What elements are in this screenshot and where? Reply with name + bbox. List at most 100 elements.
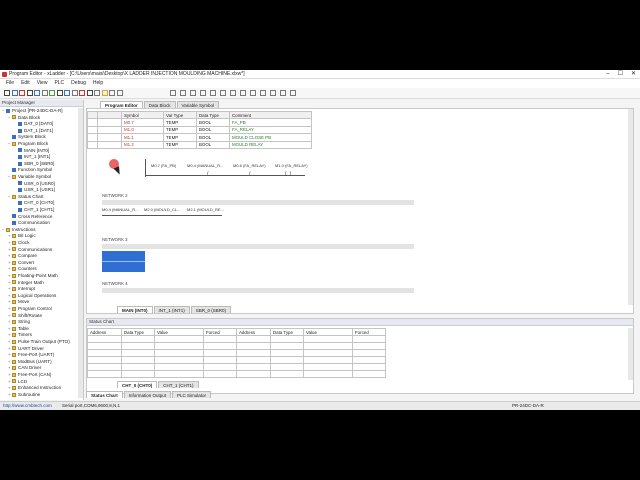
tree-item[interactable]: + Bit Logic: [8, 233, 36, 240]
tree-item[interactable]: + Convert: [8, 260, 34, 267]
toolbar-button[interactable]: [4, 90, 10, 96]
tree-item[interactable]: + Move: [8, 299, 29, 306]
toolbar-button[interactable]: [200, 90, 206, 96]
toolbar-button[interactable]: [116, 90, 123, 96]
status-cell[interactable]: [154, 363, 204, 371]
status-cell[interactable]: [87, 370, 122, 378]
symbol-cell[interactable]: M1.2: [121, 140, 164, 149]
toolbar-button[interactable]: [260, 90, 266, 96]
website-link[interactable]: http://www.cmbtech.com: [3, 402, 52, 410]
tree-item[interactable]: − Status Chart: [8, 194, 44, 201]
status-row[interactable]: [87, 349, 386, 357]
contact-m20[interactable]: M2.0 (MOULD_CL...: [144, 207, 180, 212]
comment-cell[interactable]: FA_RELAY: [229, 125, 312, 135]
maximize-button[interactable]: ☐: [618, 70, 623, 79]
tree-item[interactable]: MAIN [INT0]: [14, 148, 49, 155]
tree-item[interactable]: + ModBus (UART): [8, 359, 52, 366]
toolbar-button[interactable]: [86, 90, 93, 96]
status-cell[interactable]: [352, 349, 386, 357]
tree-item[interactable]: − Instructions: [2, 227, 36, 234]
data-type-cell[interactable]: BOOL: [196, 125, 230, 135]
tab-main[interactable]: MAIN (INT0): [117, 306, 153, 313]
toolbar-button[interactable]: [220, 90, 226, 96]
tree-item[interactable]: − Program Block: [8, 141, 48, 148]
menu-help[interactable]: Help: [93, 79, 103, 88]
status-cell[interactable]: [352, 342, 386, 350]
status-cell[interactable]: [270, 342, 304, 350]
menu-view[interactable]: View: [37, 79, 48, 88]
tree-item[interactable]: + Program Control: [8, 306, 52, 313]
menu-file[interactable]: File: [6, 79, 14, 88]
comment-cell[interactable]: MOULD CLOSE PB: [229, 133, 312, 142]
var-type-cell[interactable]: TEMP: [163, 133, 197, 142]
var-type-cell[interactable]: TEMP: [163, 140, 197, 149]
coil-m10[interactable]: M1.0 (FA_RELAY): [275, 163, 308, 168]
data-type-cell[interactable]: BOOL: [196, 133, 230, 142]
toolbar-button[interactable]: [170, 90, 176, 96]
var-type-cell[interactable]: TEMP: [163, 125, 197, 135]
toolbar-button[interactable]: [190, 90, 196, 96]
status-cell[interactable]: [236, 342, 271, 350]
tree-item[interactable]: + Shift/Rotate: [8, 313, 42, 320]
symbol-row[interactable]: M0.7 TEMP BOOL FA_PB: [87, 118, 312, 127]
toolbar-button[interactable]: [19, 90, 25, 96]
comment-cell[interactable]: MOULD RELAY: [229, 140, 312, 149]
contact-m07[interactable]: M0.7 (FA_PB): [151, 163, 176, 168]
status-cell[interactable]: [303, 363, 353, 371]
toolbar-button[interactable]: [240, 90, 246, 96]
status-cell[interactable]: [154, 356, 204, 364]
status-cell[interactable]: [203, 356, 237, 364]
tree-item[interactable]: + UART Driver: [8, 346, 44, 353]
contact-m04[interactable]: M0.4 (MANUAL_R...: [187, 163, 223, 168]
tab-information-output[interactable]: Information Output: [123, 391, 172, 398]
status-cell[interactable]: [87, 363, 122, 371]
status-cell[interactable]: [303, 349, 353, 357]
tree-item[interactable]: − Data Block: [8, 115, 40, 122]
status-cell[interactable]: [154, 370, 204, 378]
status-cell[interactable]: [154, 349, 204, 357]
status-cell[interactable]: [352, 356, 386, 364]
network-4-comment[interactable]: [102, 288, 414, 293]
symbol-row[interactable]: M1.0 TEMP BOOL FA_RELAY: [87, 125, 312, 135]
minimize-button[interactable]: –: [606, 70, 609, 79]
status-cell[interactable]: [121, 335, 155, 343]
status-cell[interactable]: [121, 342, 155, 350]
toolbar-button[interactable]: [79, 90, 85, 96]
tab-status-chart[interactable]: Status Chart: [86, 391, 123, 398]
tree-item[interactable]: + Free-Port (UART): [8, 352, 54, 359]
tree-item[interactable]: + Clock: [8, 240, 30, 247]
tab-variable-symbol[interactable]: Variable Symbol: [176, 101, 219, 108]
status-cell[interactable]: [303, 342, 353, 350]
close-button[interactable]: ✕: [631, 70, 636, 79]
tree-item[interactable]: Cross Reference: [8, 214, 52, 221]
tree-item[interactable]: − Variable Symbol: [8, 174, 51, 181]
data-type-cell[interactable]: BOOL: [196, 118, 230, 127]
toolbar-button[interactable]: [280, 90, 286, 96]
toolbar-button[interactable]: [109, 90, 115, 96]
network-3-comment[interactable]: [102, 244, 414, 249]
tree-item[interactable]: Function Symbol: [8, 167, 52, 174]
status-cell[interactable]: [236, 356, 271, 364]
tree-item[interactable]: CHT_1 [CHT1]: [14, 207, 54, 214]
status-cell[interactable]: [87, 342, 122, 350]
status-cell[interactable]: [352, 363, 386, 371]
toolbar-button[interactable]: [49, 90, 55, 96]
status-cell[interactable]: [236, 370, 271, 378]
contact-m21[interactable]: M2.1 (MOULD_RE...: [187, 207, 224, 212]
tree-item[interactable]: + LCD: [8, 379, 27, 386]
tab-cht1[interactable]: CHT_1 (CHT1): [158, 381, 199, 388]
tree-item[interactable]: DAT_0 [DAT0]: [14, 121, 53, 128]
status-cell[interactable]: [303, 356, 353, 364]
status-row[interactable]: [87, 370, 386, 378]
toolbar-button[interactable]: [26, 90, 33, 96]
toolbar-button[interactable]: [180, 90, 186, 96]
status-cell[interactable]: [236, 363, 271, 371]
data-type-cell[interactable]: BOOL: [196, 140, 230, 149]
symbol-cell[interactable]: M1.0: [121, 125, 164, 135]
status-cell[interactable]: [270, 363, 304, 371]
symbol-cell[interactable]: M1.1: [121, 133, 164, 142]
status-cell[interactable]: [203, 342, 237, 350]
status-cell[interactable]: [121, 363, 155, 371]
tree-item[interactable]: DAT_1 [DAT1]: [14, 128, 53, 135]
network-2-comment[interactable]: [102, 200, 414, 205]
